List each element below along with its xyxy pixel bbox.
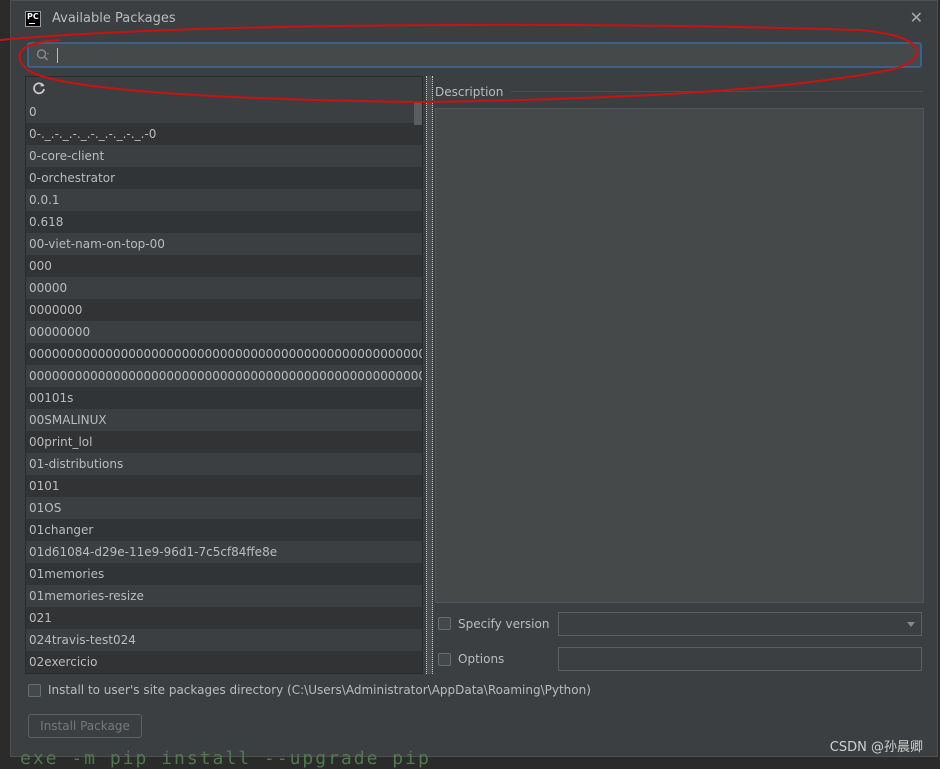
close-icon[interactable]: ✕	[910, 8, 923, 27]
package-list-item[interactable]: 0000000000000000000000000000000000000000…	[26, 343, 422, 365]
package-list-item[interactable]: 0-core-client	[26, 145, 422, 167]
description-label: Description	[435, 85, 504, 99]
search-input[interactable]	[27, 42, 922, 68]
package-list-item[interactable]: 0	[26, 101, 422, 123]
csdn-watermark: CSDN @孙晨卿	[829, 740, 923, 755]
install-user-site-label: Install to user's site packages director…	[48, 683, 591, 697]
options-checkbox[interactable]	[438, 653, 451, 666]
package-list-item[interactable]: 00000	[26, 277, 422, 299]
package-list-item[interactable]: 00101s	[26, 387, 422, 409]
package-list-item[interactable]: 01memories	[26, 563, 422, 585]
package-list-item[interactable]: 0-orchestrator	[26, 167, 422, 189]
package-list-item[interactable]: 00print_lol	[26, 431, 422, 453]
package-list-item[interactable]: 0101	[26, 475, 422, 497]
package-list-item[interactable]: 00000000	[26, 321, 422, 343]
options-input[interactable]	[558, 647, 922, 671]
package-list-item[interactable]: 0-._.-._.-._.-._.-._.-._.-0	[26, 123, 422, 145]
package-rows: 0 0-._.-._.-._.-._.-._.-._.-0 0-core-clien…	[26, 101, 422, 673]
package-list-item[interactable]: 00SMALINUX	[26, 409, 422, 431]
search-icon[interactable]	[35, 47, 51, 63]
install-user-site-checkbox[interactable]	[28, 684, 41, 697]
refresh-icon[interactable]	[32, 81, 46, 95]
package-list-item[interactable]: 024travis-test024	[26, 629, 422, 651]
package-list-item[interactable]: 021	[26, 607, 422, 629]
panel-splitter[interactable]	[426, 76, 433, 674]
package-list-item[interactable]: 01changer	[26, 519, 422, 541]
list-toolbar	[26, 77, 422, 101]
available-packages-dialog: PC Available Packages ✕ 0 0-._.-._.-._.-.…	[10, 0, 938, 757]
install-package-button[interactable]: Install Package	[28, 714, 142, 738]
version-select[interactable]	[558, 612, 922, 636]
package-list-item[interactable]: 01d61084-d29e-11e9-96d1-7c5cf84ffe8e	[26, 541, 422, 563]
chevron-down-icon	[907, 622, 915, 627]
package-list[interactable]: 0 0-._.-._.-._.-._.-._.-._.-0 0-core-clien…	[25, 76, 423, 674]
description-panel	[435, 108, 924, 603]
package-list-item[interactable]: 02exercicio	[26, 651, 422, 673]
specify-version-label: Specify version	[458, 617, 550, 631]
package-list-item[interactable]: 01-distributions	[26, 453, 422, 475]
title-bar: PC Available Packages ✕	[11, 1, 937, 37]
package-list-item[interactable]: 01memories-resize	[26, 585, 422, 607]
pycharm-logo-icon: PC	[25, 11, 41, 27]
window-title: Available Packages	[52, 11, 176, 26]
package-list-item[interactable]: 0000000	[26, 299, 422, 321]
package-list-item[interactable]: 00-viet-nam-on-top-00	[26, 233, 422, 255]
options-label: Options	[458, 652, 505, 666]
list-scrollbar-thumb[interactable]	[414, 101, 422, 125]
package-list-item[interactable]: 0000000000000000000000000000000000000000…	[26, 365, 422, 387]
package-list-item[interactable]: 000	[26, 255, 422, 277]
package-list-item[interactable]: 0.618	[26, 211, 422, 233]
specify-version-checkbox[interactable]	[438, 617, 451, 630]
package-list-item[interactable]: 01OS	[26, 497, 422, 519]
background-terminal-text: exe -m pip install --upgrade pip	[20, 748, 431, 769]
package-list-item[interactable]: 0.0.1	[26, 189, 422, 211]
description-separator	[511, 91, 923, 92]
text-caret	[57, 48, 58, 63]
